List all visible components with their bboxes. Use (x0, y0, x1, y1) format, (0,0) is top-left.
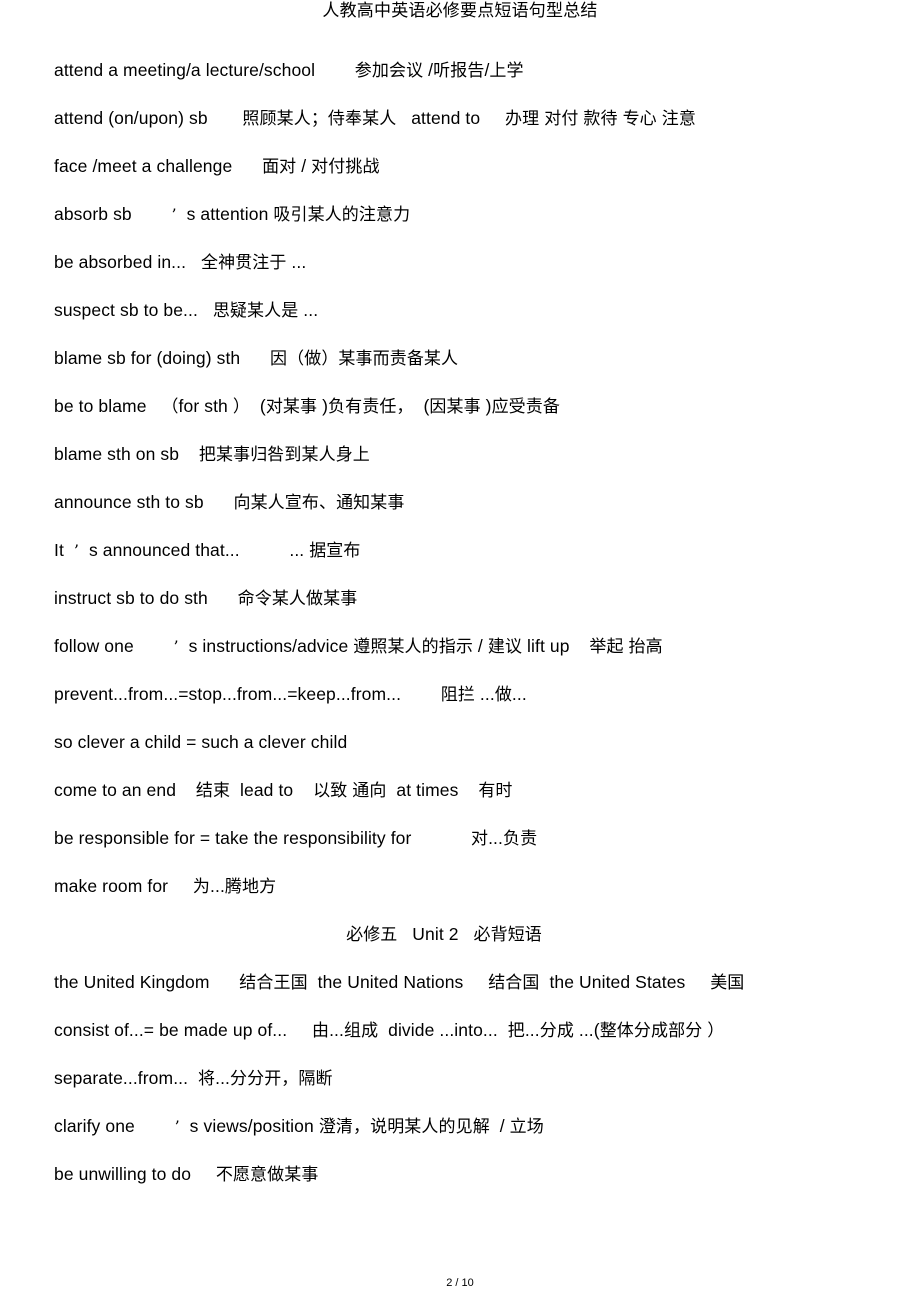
text-line-it-is-announced-that: It ’ s announced that... ... 据宣布 (54, 540, 361, 561)
text-line-so-clever-a-child: so clever a child = such a clever child (54, 732, 348, 752)
text-line-absorb-sb-attention: absorb sb ’ s attention 吸引某人的注意力 (54, 204, 411, 225)
text-line-announce-sth-to-sb: announce sth to sb 向某人宣布、通知某事 (54, 492, 405, 513)
text-line-blame-sb-for-doing-sth: blame sb for (doing) sth 因（做）某事而责备某人 (54, 348, 459, 369)
page-number-footer: 2 / 10 (446, 1277, 474, 1289)
text-line-face-meet-a-challenge: face /meet a challenge 面对 / 对付挑战 (54, 156, 380, 177)
text-line-follow-ones-instructions: follow one ’ s instructions/advice 遵照某人的… (54, 636, 663, 657)
text-line-prevent-from-stop-keep: prevent...from...=stop...from...=keep...… (54, 684, 527, 705)
text-line-instruct-sb-to-do-sth: instruct sb to do sth 命令某人做某事 (54, 588, 358, 609)
text-line-be-to-blame: be to blame （for sth ） (对某事 )负有责任， (因某事 … (54, 396, 560, 417)
text-line-be-unwilling-to-do: be unwilling to do 不愿意做某事 (54, 1164, 319, 1185)
text-line-section-heading-unit2: 必修五 Unit 2 必背短语 (346, 924, 542, 945)
text-line-come-to-an-end: come to an end 结束 lead to 以致 通向 at times… (54, 780, 513, 801)
text-line-attend-on-upon-sb: attend (on/upon) sb 照顾某人；侍奉某人 attend to … (54, 108, 696, 129)
text-line-be-absorbed-in: be absorbed in... 全神贯注于 ... (54, 252, 307, 273)
text-line-attend-a-meeting: attend a meeting/a lecture/school 参加会议 /… (54, 60, 524, 81)
document-body: attend a meeting/a lecture/school 参加会议 /… (54, 58, 874, 1210)
text-line-be-responsible-for: be responsible for = take the responsibi… (54, 828, 538, 849)
text-line-separate-from: separate...from... 将...分分开，隔断 (54, 1068, 333, 1089)
text-line-consist-of-divide-into: consist of...= be made up of... 由...组成 d… (54, 1020, 725, 1041)
document-page: 人教高中英语必修要点短语句型总结 attend a meeting/a lect… (0, 0, 920, 1303)
text-line-the-united-kingdom: the United Kingdom 结合王国 the United Natio… (54, 972, 745, 993)
text-line-clarify-ones-views: clarify one ’ s views/position 澄清，说明某人的见… (54, 1116, 544, 1137)
text-line-make-room-for: make room for 为...腾地方 (54, 876, 277, 897)
document-running-header: 人教高中英语必修要点短语句型总结 (322, 1, 598, 21)
text-line-suspect-sb-to-be: suspect sb to be... 思疑某人是 ... (54, 300, 319, 321)
text-line-blame-sth-on-sb: blame sth on sb 把某事归咎到某人身上 (54, 444, 370, 465)
